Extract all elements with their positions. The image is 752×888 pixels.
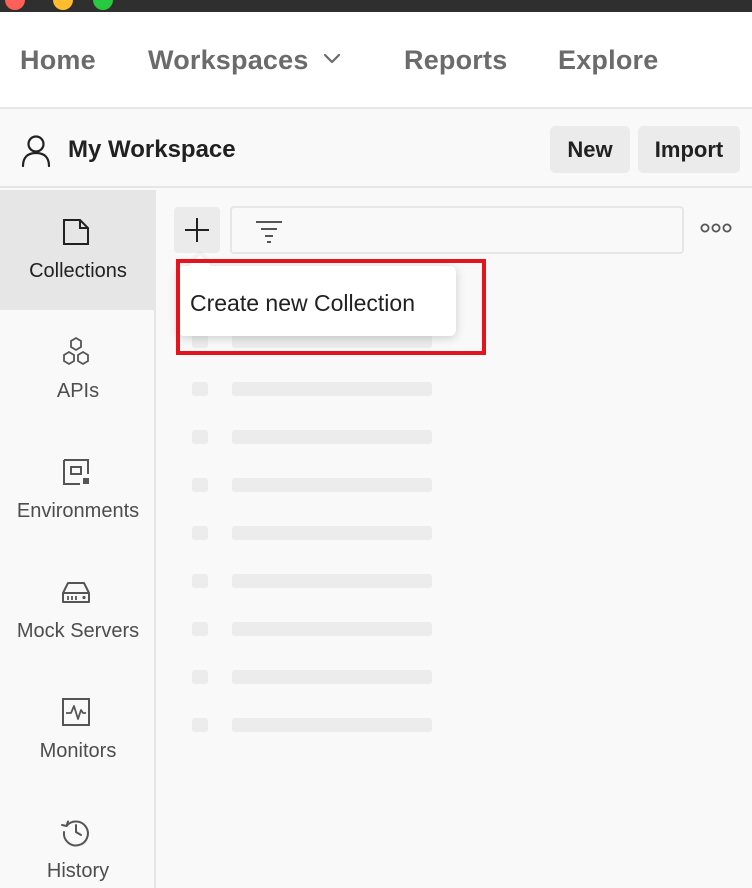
plus-icon [185,218,209,242]
workspace-header: My Workspace New Import [0,110,752,188]
monitors-icon [62,698,90,726]
sidebar-item-label: Collections [29,260,127,282]
chevron-down-icon [323,53,340,63]
collections-icon [63,219,89,245]
more-options-icon[interactable] [700,222,732,234]
top-navigation: Home Workspaces Reports Explore [0,12,752,109]
nav-reports[interactable]: Reports [404,45,507,76]
sidebar: Collections APIs Environments Mock Serve… [0,190,156,888]
sidebar-item-label: Mock Servers [16,620,140,642]
sidebar-item-collections[interactable]: Collections [0,190,156,310]
new-button[interactable]: New [550,126,630,173]
sidebar-item-mock-servers[interactable]: Mock Servers [0,550,156,670]
maximize-window-button[interactable] [93,0,113,10]
apis-icon [63,336,89,366]
sidebar-item-label: Environments [16,500,140,522]
close-window-button[interactable] [5,0,25,10]
sidebar-item-label: Monitors [39,740,117,762]
create-collection-button[interactable] [174,207,220,253]
mock-servers-icon [62,582,90,603]
sidebar-item-monitors[interactable]: Monitors [0,670,156,790]
nav-home[interactable]: Home [20,45,96,76]
nav-explore[interactable]: Explore [558,45,658,76]
history-icon [61,820,89,847]
highlight-annotation [176,259,486,355]
sidebar-item-history[interactable]: History [0,790,156,888]
environments-icon [63,459,89,485]
nav-workspaces[interactable]: Workspaces [148,45,341,76]
user-icon [21,135,51,168]
sidebar-item-environments[interactable]: Environments [0,430,156,550]
sidebar-item-label: APIs [56,380,100,402]
filter-icon [256,221,282,243]
sidebar-item-apis[interactable]: APIs [0,310,156,430]
filter-input[interactable] [230,206,684,254]
nav-workspaces-label: Workspaces [148,45,309,75]
import-button[interactable]: Import [638,126,740,173]
sidebar-item-label: History [46,860,110,882]
window-titlebar [0,0,752,12]
workspace-name[interactable]: My Workspace [68,136,236,164]
minimize-window-button[interactable] [53,0,73,10]
